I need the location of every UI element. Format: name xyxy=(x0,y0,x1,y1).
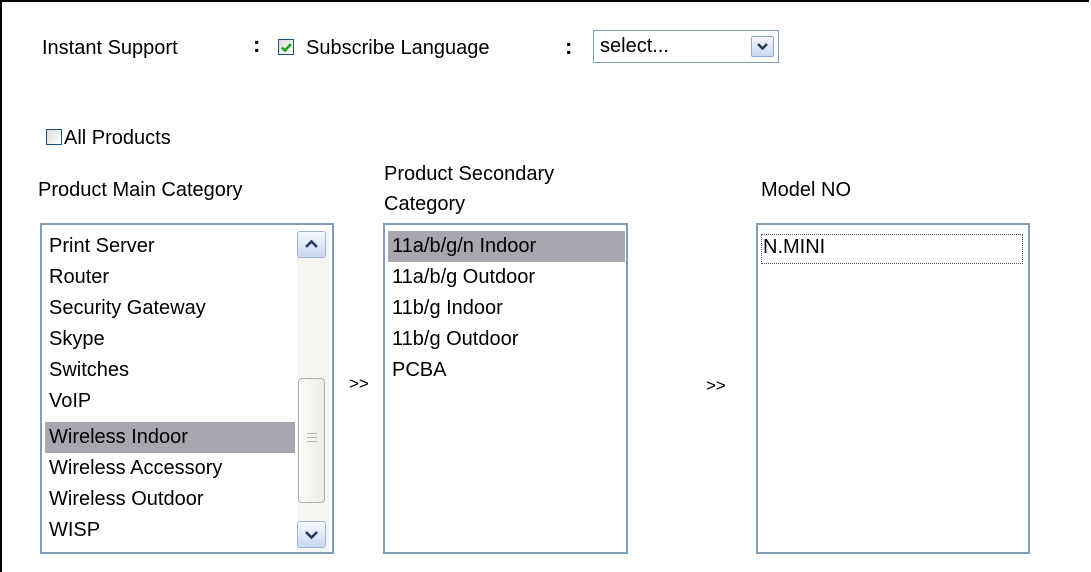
list-item[interactable]: 11b/g Indoor xyxy=(392,293,503,324)
list-item[interactable]: Wireless Outdoor xyxy=(49,484,204,515)
list-item[interactable]: Wireless Accessory xyxy=(49,453,222,484)
list-item[interactable]: 11a/b/g Outdoor xyxy=(392,262,535,293)
chevron-down-icon xyxy=(305,531,318,540)
chevron-down-icon xyxy=(757,43,768,51)
list-item[interactable]: PCBA xyxy=(392,355,446,386)
main-category-listbox[interactable]: Print Server Router Security Gateway Sky… xyxy=(40,223,334,554)
list-item-selected[interactable]: Wireless Indoor xyxy=(45,422,295,453)
language-select-value: select... xyxy=(600,35,669,57)
list-item[interactable]: Print Server xyxy=(49,231,155,262)
vertical-scrollbar[interactable] xyxy=(297,231,329,552)
list-item[interactable]: Router xyxy=(49,262,109,293)
model-listbox[interactable]: N.MINI xyxy=(756,223,1030,554)
main-category-header: Product Main Category xyxy=(38,179,243,201)
scroll-down-button[interactable] xyxy=(297,521,326,548)
checkmark-icon xyxy=(281,43,292,53)
list-item[interactable]: Switches xyxy=(49,355,129,386)
subscribe-language-label: Subscribe Language xyxy=(306,37,490,59)
dropdown-button[interactable] xyxy=(751,36,774,57)
language-select[interactable]: select... xyxy=(593,30,779,63)
list-item[interactable]: Skype xyxy=(49,324,105,355)
scroll-thumb[interactable] xyxy=(298,378,325,503)
list-item[interactable]: N.MINI xyxy=(763,232,825,263)
list-item[interactable]: VoIP xyxy=(49,386,91,417)
list-item[interactable]: Security Gateway xyxy=(49,293,206,324)
secondary-category-listbox[interactable]: 11a/b/g/n Indoor 11a/b/g Outdoor 11b/g I… xyxy=(383,223,628,554)
all-products-checkbox[interactable] xyxy=(46,129,62,145)
move-arrow[interactable]: >> xyxy=(349,374,369,394)
move-arrow[interactable]: >> xyxy=(706,376,726,396)
instant-support-checkbox[interactable] xyxy=(278,39,294,55)
list-item[interactable]: 11b/g Outdoor xyxy=(392,324,518,355)
instant-support-label: Instant Support xyxy=(42,37,178,59)
list-item[interactable]: WISP xyxy=(49,515,100,546)
secondary-category-header-line1: Product Secondary xyxy=(384,163,555,185)
colon: : xyxy=(565,34,573,59)
chevron-up-icon xyxy=(305,239,318,248)
model-header: Model NO xyxy=(761,179,852,201)
list-item-selected[interactable]: 11a/b/g/n Indoor xyxy=(388,231,625,262)
all-products-label: All Products xyxy=(64,127,171,149)
secondary-category-header-line2: Category xyxy=(384,193,466,215)
scroll-up-button[interactable] xyxy=(297,231,326,258)
colon: : xyxy=(253,32,261,57)
